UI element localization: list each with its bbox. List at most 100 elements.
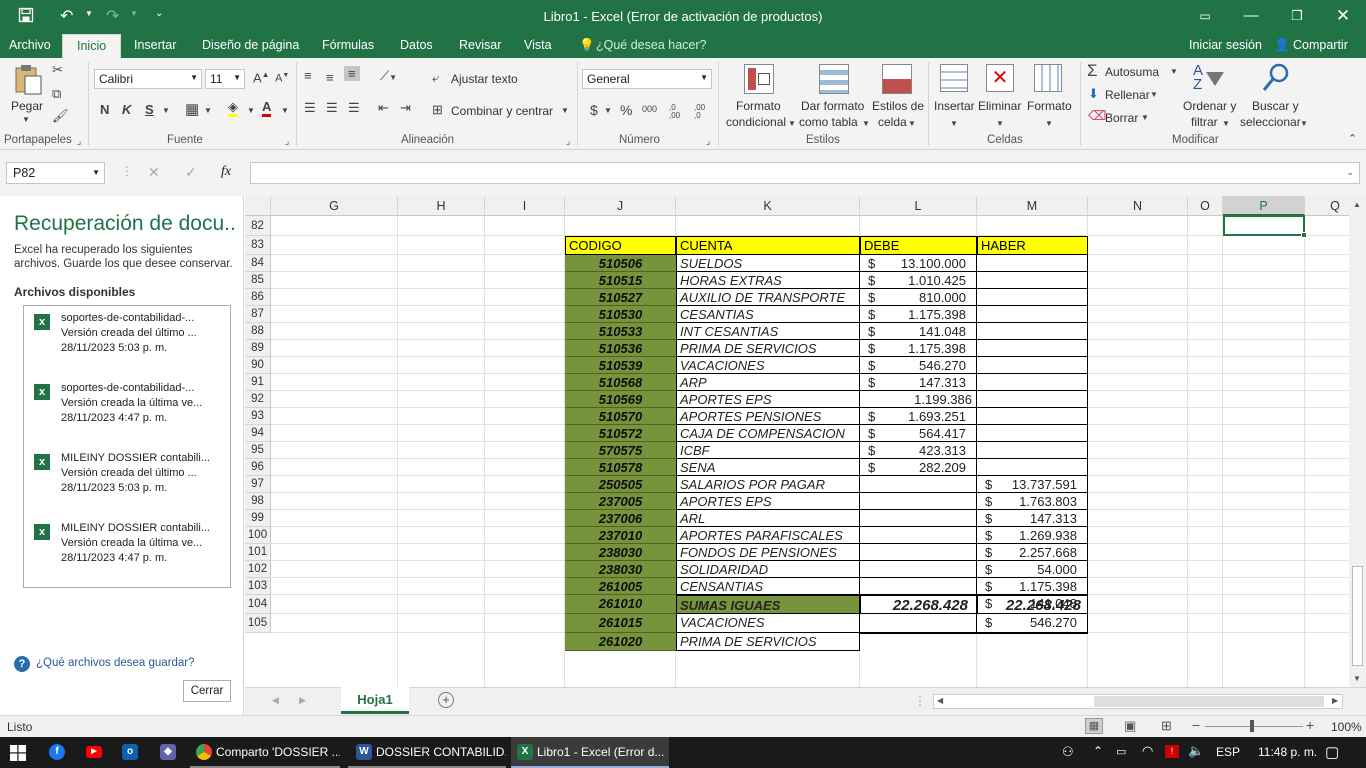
insert-function-button[interactable]: fx [221, 164, 231, 180]
credit-cell[interactable] [977, 272, 1088, 289]
spreadsheet-grid[interactable]: GHIJKLMNOPQ 82 83 84 85 86 87 88 89 90 91 92 93 94 95… [245, 196, 1366, 687]
cell-styles-label-2[interactable]: celda [878, 115, 907, 129]
debit-cell[interactable] [860, 614, 977, 633]
italic-button[interactable]: K [122, 102, 131, 117]
tab-formulas[interactable]: Fórmulas [322, 38, 374, 52]
code-cell[interactable]: 510578 [565, 459, 676, 476]
scroll-right-icon[interactable]: ▶ [1332, 696, 1338, 705]
column-header-j[interactable]: J [565, 196, 676, 216]
code-cell[interactable]: 510515 [565, 272, 676, 289]
account-cell[interactable]: FONDOS DE PENSIONES [676, 544, 860, 561]
thousands-button[interactable]: 000 [642, 104, 657, 114]
sort-filter-icon[interactable]: AZ [1193, 63, 1203, 92]
insert-cells-button[interactable]: Insertar [934, 99, 975, 113]
vertical-scroll-thumb[interactable] [1352, 566, 1363, 666]
code-cell[interactable]: 238030 [565, 544, 676, 561]
battery-icon[interactable]: ▭ [1116, 745, 1126, 758]
prev-sheet-icon[interactable]: ◀ [272, 695, 279, 706]
borders-icon[interactable]: ▦ [185, 100, 199, 118]
volume-icon[interactable]: 🔈 [1188, 743, 1204, 759]
autosum-button[interactable]: Autosuma [1105, 65, 1159, 79]
row-header-100[interactable]: 100 [245, 527, 271, 544]
tab-diseno[interactable]: Diseño de página [202, 38, 299, 52]
credit-cell[interactable] [977, 323, 1088, 340]
row-header-85[interactable]: 85 [245, 272, 271, 289]
totals-label[interactable]: SUMAS IGUAES [676, 595, 860, 614]
underline-button[interactable]: S [145, 102, 154, 117]
taskbar-word-item[interactable]: W DOSSIER CONTABILID... [348, 737, 506, 768]
align-left-icon[interactable]: ☰ [304, 100, 316, 116]
notifications-icon[interactable]: ▢ [1325, 743, 1339, 761]
column-header-k[interactable]: K [676, 196, 860, 216]
row-header-99[interactable]: 99 [245, 510, 271, 527]
clock[interactable]: 11:48 p. m. [1258, 745, 1317, 759]
account-cell[interactable]: APORTES PENSIONES [676, 408, 860, 425]
debit-cell[interactable]: $1.010.425 [860, 272, 977, 289]
format-painter-icon[interactable]: 🖌 [52, 108, 69, 124]
find-dropdown-icon[interactable]: ▼ [1300, 119, 1308, 128]
taskbar-excel-item[interactable]: X Libro1 - Excel (Error d... [511, 737, 669, 768]
code-cell[interactable]: 510530 [565, 306, 676, 323]
row-header-82[interactable]: 82 [245, 216, 271, 236]
format-dropdown-icon[interactable]: ▼ [1045, 119, 1053, 128]
debit-cell[interactable] [860, 527, 977, 544]
sort-filter-label-1[interactable]: Ordenar y [1183, 99, 1236, 113]
account-cell[interactable]: VACACIONES [676, 357, 860, 374]
account-cell[interactable]: SUELDOS [676, 255, 860, 272]
conditional-format-label-1[interactable]: Formato [736, 99, 781, 113]
autosum-dropdown-icon[interactable]: ▼ [1170, 67, 1178, 76]
tab-vista[interactable]: Vista [524, 38, 552, 52]
autosum-icon[interactable]: Σ [1087, 61, 1098, 81]
delete-dropdown-icon[interactable]: ▼ [996, 119, 1004, 128]
account-cell[interactable]: SENA [676, 459, 860, 476]
header-codigo[interactable]: CODIGO [565, 236, 676, 255]
credit-cell[interactable] [977, 340, 1088, 357]
debit-cell[interactable]: $13.100.000 [860, 255, 977, 272]
format-as-table-label-2[interactable]: como tabla [799, 115, 858, 129]
tab-archivo[interactable]: Archivo [9, 38, 51, 52]
windows-start-icon[interactable] [10, 745, 26, 761]
delete-cells-button[interactable]: Eliminar [978, 99, 1021, 113]
cond-format-dropdown-icon[interactable]: ▼ [788, 119, 796, 128]
code-cell[interactable]: 510527 [565, 289, 676, 306]
account-cell[interactable]: PRIMA DE SERVICIOS [676, 340, 860, 357]
share-button[interactable]: Compartir [1293, 38, 1348, 52]
close-icon[interactable]: ✕ [1320, 0, 1366, 32]
wrap-text-icon[interactable]: ⤶ [432, 70, 439, 86]
merge-center-icon[interactable]: ⊞ [432, 102, 443, 118]
credit-cell[interactable] [977, 306, 1088, 323]
decrease-indent-icon[interactable]: ⇤ [378, 100, 389, 116]
paste-icon[interactable] [13, 64, 43, 96]
scroll-up-icon[interactable]: ▲ [1353, 200, 1361, 209]
account-cell[interactable]: VACACIONES [676, 614, 860, 633]
code-cell[interactable]: 250505 [565, 476, 676, 493]
zoom-slider[interactable] [1205, 726, 1303, 727]
zoom-slider-thumb[interactable] [1250, 720, 1254, 732]
debit-cell[interactable] [860, 476, 977, 493]
credit-cell[interactable] [977, 289, 1088, 306]
font-name-select[interactable]: Calibri ▼ [94, 69, 202, 89]
code-cell[interactable]: 510568 [565, 374, 676, 391]
conditional-format-icon[interactable] [744, 64, 774, 94]
insert-dropdown-icon[interactable]: ▼ [950, 119, 958, 128]
minimize-icon[interactable]: — [1228, 0, 1274, 32]
align-middle-icon[interactable]: ≡ [326, 70, 334, 85]
corner-select-all[interactable] [245, 196, 271, 216]
alignment-launcher-icon[interactable]: ⌟ [566, 136, 570, 147]
increase-decimal-button[interactable]: ,0 ,00 [669, 104, 685, 120]
row-header-95[interactable]: 95 [245, 442, 271, 459]
sign-in-link[interactable]: Iniciar sesión [1189, 38, 1262, 52]
code-cell[interactable]: 510506 [565, 255, 676, 272]
column-header-n[interactable]: N [1088, 196, 1188, 216]
column-header-i[interactable]: I [485, 196, 565, 216]
column-header-h[interactable]: H [398, 196, 485, 216]
account-cell[interactable]: CESANTIAS [676, 306, 860, 323]
column-header-l[interactable]: L [860, 196, 977, 216]
fill-dropdown-icon[interactable]: ▼ [1150, 90, 1158, 99]
code-cell[interactable]: 510536 [565, 340, 676, 357]
paste-button[interactable]: Pegar [11, 99, 43, 113]
credit-cell[interactable]: $1.175.398 [977, 633, 1088, 634]
sort-filter-label-2[interactable]: filtrar [1191, 115, 1218, 129]
align-center-icon[interactable]: ☰ [326, 100, 338, 116]
account-cell[interactable]: INT CESANTIAS [676, 323, 860, 340]
